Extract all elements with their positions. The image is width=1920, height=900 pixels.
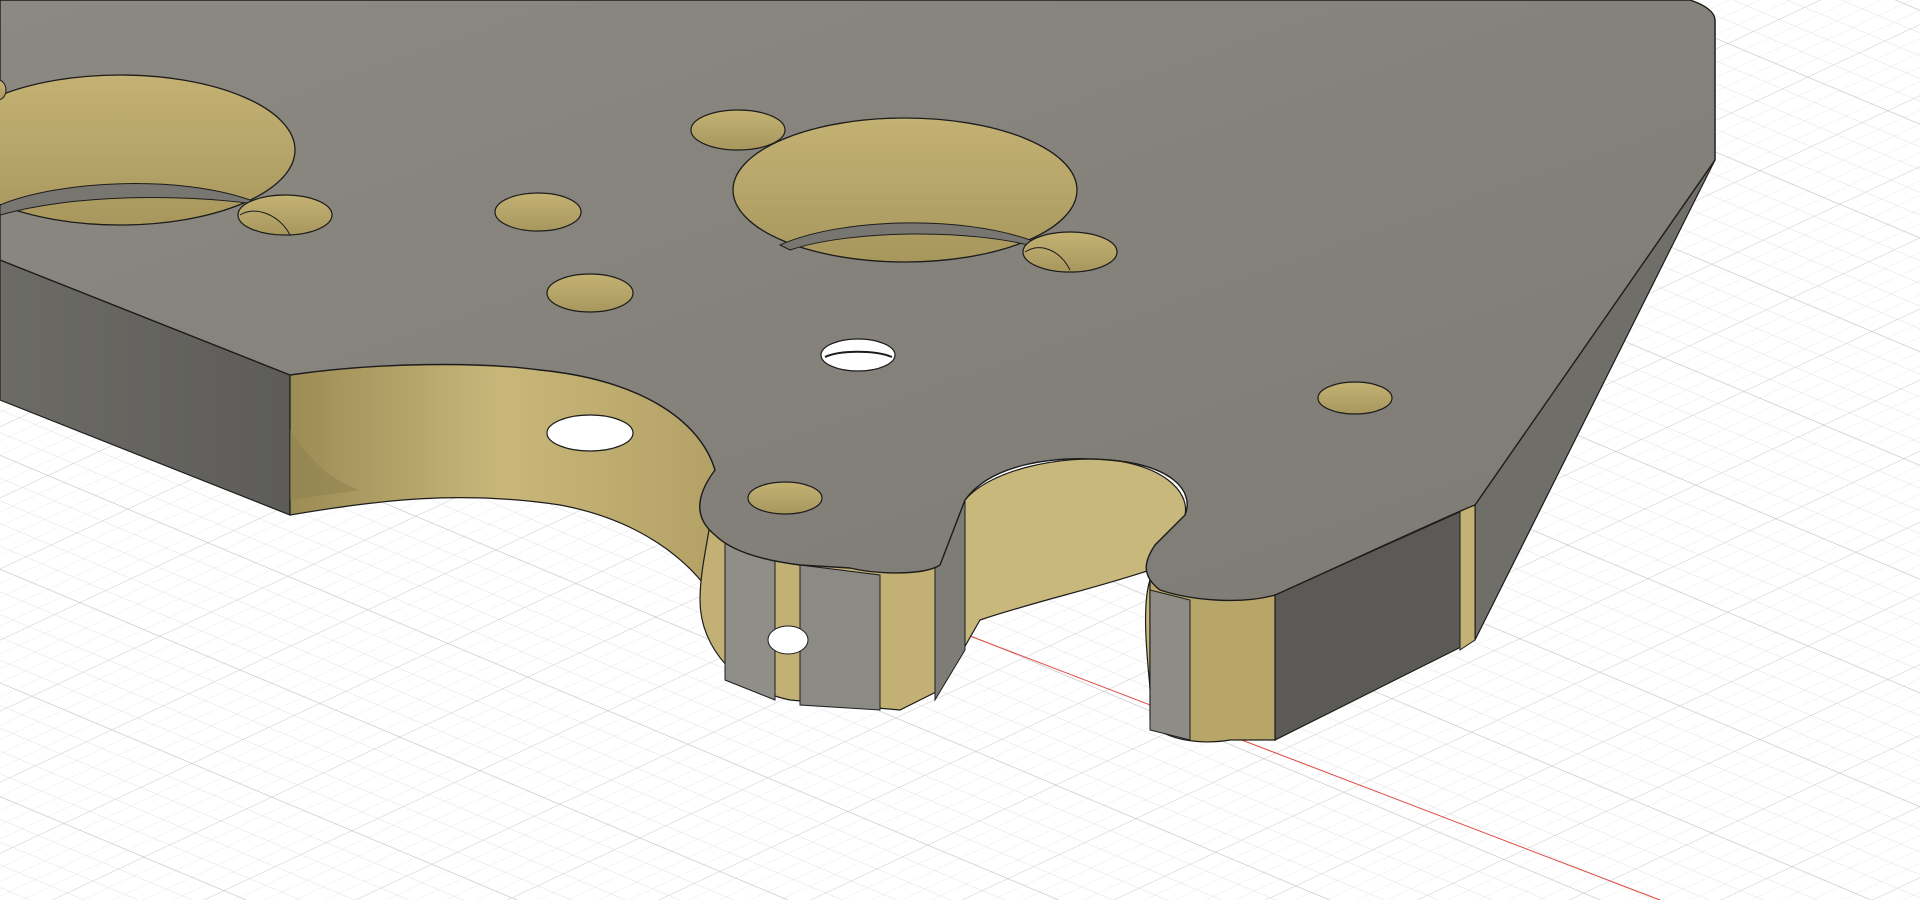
small-hole-left-lobe[interactable] (237, 194, 333, 236)
through-hole-center[interactable] (820, 338, 896, 372)
through-hole-wall (767, 625, 809, 655)
small-hole-center-top[interactable] (690, 109, 786, 151)
mounting-hole-2[interactable] (546, 273, 634, 313)
3d-viewport[interactable] (0, 0, 1920, 900)
mounting-hole-3[interactable] (747, 481, 823, 515)
model-canvas[interactable] (0, 0, 1920, 900)
mounting-hole-1[interactable] (494, 192, 582, 232)
small-hole-center-lobe[interactable] (1022, 231, 1118, 273)
through-hole-pocket[interactable] (546, 414, 634, 452)
mounting-hole-4[interactable] (1317, 381, 1393, 415)
large-hole-center[interactable] (732, 117, 1078, 263)
